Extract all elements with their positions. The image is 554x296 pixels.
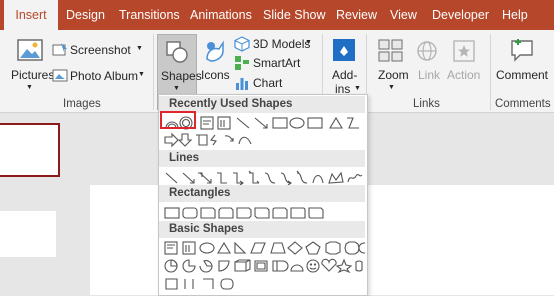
basic-shapes-row-3[interactable] <box>163 276 365 292</box>
link-label: Link <box>418 68 441 82</box>
tab-developer[interactable]: Developer <box>432 0 489 30</box>
shapes-dropdown-icon: ▼ <box>173 85 180 92</box>
link-icon <box>417 41 437 61</box>
zoom-label: Zoom <box>378 68 409 82</box>
pictures-button[interactable]: Pictures ▼ <box>6 34 55 94</box>
action-icon <box>453 40 475 62</box>
tab-design[interactable]: Design <box>66 0 105 30</box>
action-button[interactable]: Action <box>444 34 484 96</box>
comment-label: Comment <box>496 68 549 82</box>
comments-group-label: Comments <box>495 98 551 110</box>
addins-icon <box>333 39 355 61</box>
comment-icon <box>511 39 533 62</box>
3d-models-icon <box>234 36 250 52</box>
pictures-label: Pictures <box>11 68 55 82</box>
3d-models-dropdown-icon: ▼ <box>305 39 312 46</box>
photo-album-icon <box>52 69 68 82</box>
pictures-dropdown-icon: ▼ <box>26 84 33 91</box>
smartart-button[interactable]: SmartArt <box>234 55 314 73</box>
slide-thumbnail-selected[interactable] <box>0 123 60 177</box>
comment-button[interactable]: Comment <box>494 34 552 96</box>
icons-icon <box>206 40 224 62</box>
chart-label: Chart <box>253 76 283 90</box>
lines-header: Lines <box>159 150 365 167</box>
selected-shape-highlight <box>160 111 196 129</box>
slide-thumbnail[interactable] <box>0 211 56 257</box>
screenshot-label: Screenshot <box>70 43 131 57</box>
tab-view[interactable]: View <box>390 0 417 30</box>
group-separator <box>153 34 154 110</box>
links-group-label: Links <box>413 98 440 110</box>
chart-button[interactable]: Chart <box>234 75 304 93</box>
photo-album-label: Photo Album <box>70 69 139 83</box>
shapes-gallery-menu: Recently Used Shapes Lines Rectangles Ba… <box>158 94 368 296</box>
tab-review[interactable]: Review <box>336 0 377 30</box>
tab-help[interactable]: Help <box>502 0 528 30</box>
smartart-icon <box>235 56 249 70</box>
slide-thumbnail-pane <box>0 113 100 292</box>
icons-label: Icons <box>201 68 230 82</box>
screenshot-button[interactable]: Screenshot ▼ <box>52 42 152 60</box>
addins-label-line1: Add- <box>332 68 358 82</box>
addins-button[interactable]: Add- ins ▼ <box>327 34 363 96</box>
smartart-label: SmartArt <box>253 56 301 70</box>
screenshot-dropdown-icon: ▼ <box>136 45 143 52</box>
basic-shapes-header: Basic Shapes <box>159 221 365 238</box>
lines-row[interactable] <box>163 170 365 186</box>
addins-dropdown-icon: ▼ <box>354 85 361 92</box>
group-separator <box>490 34 491 110</box>
pictures-icon <box>17 39 43 61</box>
tab-transitions[interactable]: Transitions <box>119 0 180 30</box>
images-group-label: Images <box>63 98 101 110</box>
basic-shapes-row-1[interactable] <box>163 240 365 256</box>
icons-button[interactable]: Icons <box>198 34 232 94</box>
action-label: Action <box>447 68 481 82</box>
tab-slide-show[interactable]: Slide Show <box>263 0 326 30</box>
shapes-label: Shapes <box>161 69 202 83</box>
ribbon-tab-bar: Insert Design Transitions Animations Sli… <box>0 0 554 31</box>
zoom-icon <box>378 39 403 62</box>
basic-shapes-row-2[interactable] <box>163 258 365 274</box>
tab-animations[interactable]: Animations <box>190 0 252 30</box>
photo-album-button[interactable]: Photo Album ▼ <box>52 68 152 86</box>
rectangles-row[interactable] <box>163 205 365 221</box>
3d-models-button[interactable]: 3D Models ▼ <box>234 36 320 54</box>
photo-album-dropdown-icon: ▼ <box>138 71 145 78</box>
3d-models-label: 3D Models <box>253 37 311 51</box>
tab-insert[interactable]: Insert <box>4 0 58 31</box>
zoom-button[interactable]: Zoom ▼ <box>372 34 410 96</box>
shapes-icon <box>166 41 188 63</box>
link-button[interactable]: Link <box>412 34 442 96</box>
rectangles-header: Rectangles <box>159 185 365 202</box>
zoom-dropdown-icon: ▼ <box>388 84 395 91</box>
chart-icon <box>236 78 248 90</box>
recent-shapes-row-2[interactable] <box>163 132 365 148</box>
screenshot-icon <box>52 43 67 56</box>
